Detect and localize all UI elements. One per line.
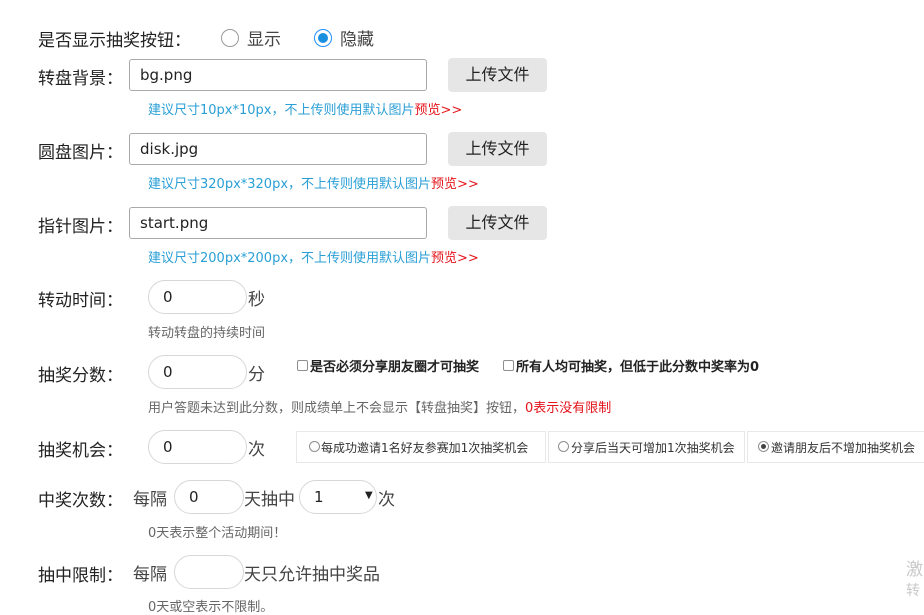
must-share-checkbox-label: 是否必须分享朋友圈才可抽奖 bbox=[310, 360, 480, 375]
lottery-chances-label: 抽奖机会： bbox=[38, 441, 123, 461]
radio-hide[interactable] bbox=[314, 29, 332, 47]
disk-image-input[interactable]: disk.jpg bbox=[129, 133, 427, 165]
rotate-time-input[interactable]: 0 bbox=[148, 280, 247, 314]
win-count-days-input[interactable]: 0 bbox=[174, 480, 244, 514]
pointer-image-hint: 建议尺寸200px*200px，不上传则使用默认图片预览>> bbox=[148, 247, 479, 266]
disk-image-label: 圆盘图片： bbox=[38, 143, 123, 163]
everyone-can-draw-checkbox-label: 所有人均可抽奖，但低于此分数中奖率为0 bbox=[516, 360, 760, 375]
disk-image-hint: 建议尺寸320px*320px，不上传则使用默认图片预览>> bbox=[148, 173, 479, 192]
win-limit-days-input[interactable] bbox=[174, 555, 244, 589]
lottery-score-hint-text: 用户答题未达到此分数，则成绩单上不会显示【转盘抽奖】按钮， bbox=[148, 401, 526, 416]
pointer-image-preview-link[interactable]: 预览>> bbox=[431, 251, 479, 266]
watermark-line1: 激 bbox=[906, 560, 923, 580]
wheel-background-hint-text: 建议尺寸10px*10px，不上传则使用默认图片 bbox=[148, 103, 415, 118]
win-count-label: 中奖次数： bbox=[38, 491, 123, 511]
pointer-image-label: 指针图片： bbox=[38, 217, 123, 237]
win-limit-label: 抽中限制： bbox=[38, 566, 123, 586]
must-share-checkbox[interactable] bbox=[297, 360, 308, 371]
wheel-background-hint: 建议尺寸10px*10px，不上传则使用默认图片预览>> bbox=[148, 99, 462, 118]
show-lottery-button-label: 是否显示抽奖按钮： bbox=[38, 31, 191, 51]
win-count-select-value: 1 bbox=[314, 488, 324, 506]
pointer-image-input[interactable]: start.png bbox=[129, 207, 427, 239]
lottery-score-label: 抽奖分数： bbox=[38, 366, 123, 386]
pointer-image-hint-text: 建议尺寸200px*200px，不上传则使用默认图片 bbox=[148, 251, 432, 266]
win-count-hint: 0天表示整个活动期间！ bbox=[148, 526, 287, 541]
win-limit-prefix: 每隔 bbox=[133, 565, 167, 585]
wheel-background-label: 转盘背景： bbox=[38, 69, 123, 89]
wheel-background-input[interactable]: bg.png bbox=[129, 59, 427, 91]
watermark-line2: 转 bbox=[906, 583, 920, 599]
lottery-chances-unit: 次 bbox=[248, 440, 265, 460]
rotate-time-label: 转动时间： bbox=[38, 291, 123, 311]
radio-show[interactable] bbox=[221, 29, 239, 47]
lottery-score-input[interactable]: 0 bbox=[148, 355, 247, 389]
everyone-can-draw-checkbox[interactable] bbox=[503, 360, 514, 371]
chevron-down-icon: ▼ bbox=[365, 490, 373, 501]
chance-option-share-radio[interactable] bbox=[558, 441, 569, 452]
win-limit-hint: 0天或空表示不限制。 bbox=[148, 600, 274, 615]
disk-image-hint-text: 建议尺寸320px*320px，不上传则使用默认图片 bbox=[148, 177, 432, 192]
radio-hide-label: 隐藏 bbox=[340, 30, 374, 50]
lottery-score-unit: 分 bbox=[248, 365, 265, 385]
win-limit-suffix: 天只允许抽中奖品 bbox=[244, 565, 380, 585]
disk-image-upload-button[interactable]: 上传文件 bbox=[448, 132, 547, 166]
pointer-image-upload-button[interactable]: 上传文件 bbox=[448, 206, 547, 240]
lottery-score-hint: 用户答题未达到此分数，则成绩单上不会显示【转盘抽奖】按钮，0表示没有限制 bbox=[148, 397, 611, 416]
chance-option-share-label: 分享后当天可增加1次抽奖机会 bbox=[571, 441, 735, 455]
wheel-background-upload-button[interactable]: 上传文件 bbox=[448, 58, 547, 92]
chance-option-none-radio[interactable] bbox=[758, 441, 769, 452]
chance-option-invite-radio[interactable] bbox=[309, 441, 320, 452]
win-count-middle: 天抽中 bbox=[244, 490, 295, 510]
win-count-prefix: 每隔 bbox=[133, 490, 167, 510]
rotate-time-hint: 转动转盘的持续时间 bbox=[148, 326, 266, 341]
wheel-background-preview-link[interactable]: 预览>> bbox=[414, 103, 462, 118]
chance-option-none-label: 邀请朋友后不增加抽奖机会 bbox=[771, 441, 916, 455]
rotate-time-unit: 秒 bbox=[248, 290, 265, 310]
radio-show-label: 显示 bbox=[247, 30, 281, 50]
win-count-unit: 次 bbox=[378, 490, 395, 510]
disk-image-preview-link[interactable]: 预览>> bbox=[431, 177, 479, 192]
chance-option-invite-label: 每成功邀请1名好友参赛加1次抽奖机会 bbox=[321, 441, 529, 455]
lottery-chances-input[interactable]: 0 bbox=[148, 430, 247, 464]
lottery-score-hint-red: 0表示没有限制 bbox=[525, 401, 612, 416]
